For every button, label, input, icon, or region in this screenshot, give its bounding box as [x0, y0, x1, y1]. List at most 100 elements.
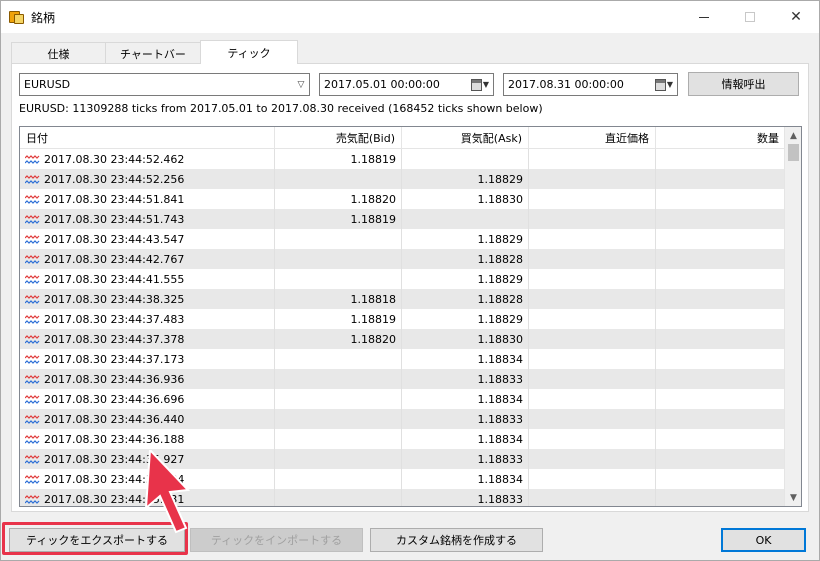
cell-text: 1.18819 [350, 212, 397, 226]
table-row[interactable]: 2017.08.30 23:44:37.483 1.18819 1.18829 [20, 309, 785, 329]
cell-date: 2017.08.30 23:44:37.483 [20, 309, 275, 329]
cell-text: 2017.08.30 23:44:36.696 [44, 392, 185, 406]
tick-wave-icon [25, 474, 40, 484]
table-header: 日付 売気配(Bid) 買気配(Ask) 直近価格 数量 [20, 127, 785, 149]
cell-text: 1.18834 [477, 432, 524, 446]
symbols-app-icon [9, 9, 25, 25]
cell-date: 2017.08.30 23:44:36.188 [20, 429, 275, 449]
date-from-calendar-button[interactable]: ▼ [470, 78, 489, 91]
date-from-picker[interactable]: 2017.05.01 00:00:00 ▼ [319, 73, 494, 96]
cell-date: 2017.08.30 23:44:36.696 [20, 389, 275, 409]
tick-wave-icon [25, 234, 40, 244]
cell-text: 2017.08.30 23:44:35.431 [44, 492, 185, 506]
cell-text: 1.18834 [477, 352, 524, 366]
cell-text: 1.18829 [477, 232, 524, 246]
table-row[interactable]: 2017.08.30 23:44:41.555 1.18829 [20, 269, 785, 289]
date-to-calendar-button[interactable]: ▼ [654, 78, 673, 91]
table-row[interactable]: 2017.08.30 23:44:52.462 1.18819 [20, 149, 785, 169]
table-row[interactable]: 2017.08.30 23:44:38.325 1.18818 1.18828 [20, 289, 785, 309]
cell-text: 1.18819 [350, 312, 397, 326]
column-header-volume[interactable]: 数量 [656, 127, 785, 149]
table-row[interactable]: 2017.08.30 23:44:36.188 1.18834 [20, 429, 785, 449]
cell-value [529, 349, 656, 369]
table-row[interactable]: 2017.08.30 23:44:36.936 1.18833 [20, 369, 785, 389]
cell-text: 2017.08.30 23:44:36.440 [44, 412, 185, 426]
cell-text: 1.18833 [477, 372, 524, 386]
minimize-button[interactable] [681, 1, 727, 33]
table-row[interactable]: 2017.08.30 23:44:52.256 1.18829 [20, 169, 785, 189]
cell-date: 2017.08.30 23:44:36.936 [20, 369, 275, 389]
tab-label: 仕様 [47, 47, 70, 61]
cell-value [656, 229, 785, 249]
cell-value [275, 449, 402, 469]
export-ticks-button[interactable]: ティックをエクスポートする [9, 528, 185, 552]
cell-value: 1.18833 [402, 449, 529, 469]
table-row[interactable]: 2017.08.30 23:44:42.767 1.18828 [20, 249, 785, 269]
tab-specification[interactable]: 仕様 [11, 42, 106, 64]
cell-value [529, 309, 656, 329]
ok-button[interactable]: OK [721, 528, 806, 552]
cell-value [529, 229, 656, 249]
tab-chart-bars[interactable]: チャートバー [105, 42, 201, 64]
tick-wave-icon [25, 174, 40, 184]
cell-value [275, 469, 402, 489]
table-row[interactable]: 2017.08.30 23:44:35.927 1.18833 [20, 449, 785, 469]
scroll-thumb[interactable] [788, 144, 799, 161]
cell-value [529, 209, 656, 229]
table-row[interactable]: 2017.08.30 23:44:51.743 1.18819 [20, 209, 785, 229]
symbol-select[interactable]: EURUSD ▽ [19, 73, 310, 96]
cell-text: 1.18829 [477, 312, 524, 326]
cell-text: 1.18833 [477, 492, 524, 506]
scroll-down-icon[interactable]: ▼ [785, 489, 801, 506]
tick-wave-icon [25, 314, 40, 324]
maximize-icon [745, 12, 755, 22]
cell-value [529, 329, 656, 349]
table-row[interactable]: 2017.08.30 23:44:35.431 1.18833 [20, 489, 785, 506]
vertical-scrollbar[interactable]: ▲ ▼ [784, 127, 801, 506]
cell-date: 2017.08.30 23:44:35.684 [20, 469, 275, 489]
request-button[interactable]: 情報呼出 [688, 72, 799, 96]
cell-text: 2017.08.30 23:44:43.547 [44, 232, 185, 246]
table-row[interactable]: 2017.08.30 23:44:36.696 1.18834 [20, 389, 785, 409]
column-header-last[interactable]: 直近価格 [529, 127, 656, 149]
cell-text: 2017.08.30 23:44:38.325 [44, 292, 185, 306]
cell-text: 1.18830 [477, 192, 524, 206]
table-row[interactable]: 2017.08.30 23:44:37.173 1.18834 [20, 349, 785, 369]
calendar-icon [470, 78, 482, 91]
cell-value: 1.18834 [402, 389, 529, 409]
column-header-ask[interactable]: 買気配(Ask) [402, 127, 529, 149]
cell-text: 2017.08.30 23:44:35.927 [44, 452, 185, 466]
table-row[interactable]: 2017.08.30 23:44:51.841 1.18820 1.18830 [20, 189, 785, 209]
cell-value: 1.18830 [402, 189, 529, 209]
tick-wave-icon [25, 154, 40, 164]
status-text: EURUSD: 11309288 ticks from 2017.05.01 t… [19, 102, 543, 115]
scroll-up-icon[interactable]: ▲ [785, 127, 801, 144]
cell-value [656, 489, 785, 506]
column-header-bid[interactable]: 売気配(Bid) [275, 127, 402, 149]
cell-value [656, 169, 785, 189]
column-header-date[interactable]: 日付 [20, 127, 275, 149]
symbol-select-value: EURUSD [24, 78, 71, 91]
cell-value: 1.18820 [275, 189, 402, 209]
cell-value [529, 449, 656, 469]
date-to-picker[interactable]: 2017.08.31 00:00:00 ▼ [503, 73, 678, 96]
cell-date: 2017.08.30 23:44:51.841 [20, 189, 275, 209]
cell-value [656, 469, 785, 489]
tab-ticks[interactable]: ティック [200, 40, 298, 64]
tick-wave-icon [25, 294, 40, 304]
cell-value: 1.18819 [275, 149, 402, 169]
chevron-down-icon: ▽ [297, 79, 305, 90]
cell-date: 2017.08.30 23:44:52.256 [20, 169, 275, 189]
date-to-value: 2017.08.31 00:00:00 [508, 78, 624, 91]
table-row[interactable]: 2017.08.30 23:44:37.378 1.18820 1.18830 [20, 329, 785, 349]
table-row[interactable]: 2017.08.30 23:44:36.440 1.18833 [20, 409, 785, 429]
create-custom-symbol-button[interactable]: カスタム銘柄を作成する [370, 528, 543, 552]
close-button[interactable]: ✕ [773, 1, 819, 33]
table-row[interactable]: 2017.08.30 23:44:35.684 1.18834 [20, 469, 785, 489]
table-row[interactable]: 2017.08.30 23:44:43.547 1.18829 [20, 229, 785, 249]
cell-value [402, 149, 529, 169]
cell-value [529, 149, 656, 169]
tick-wave-icon [25, 194, 40, 204]
cell-text: 1.18833 [477, 452, 524, 466]
ticks-table[interactable]: 日付 売気配(Bid) 買気配(Ask) 直近価格 数量 2017.08.30 … [19, 126, 802, 507]
